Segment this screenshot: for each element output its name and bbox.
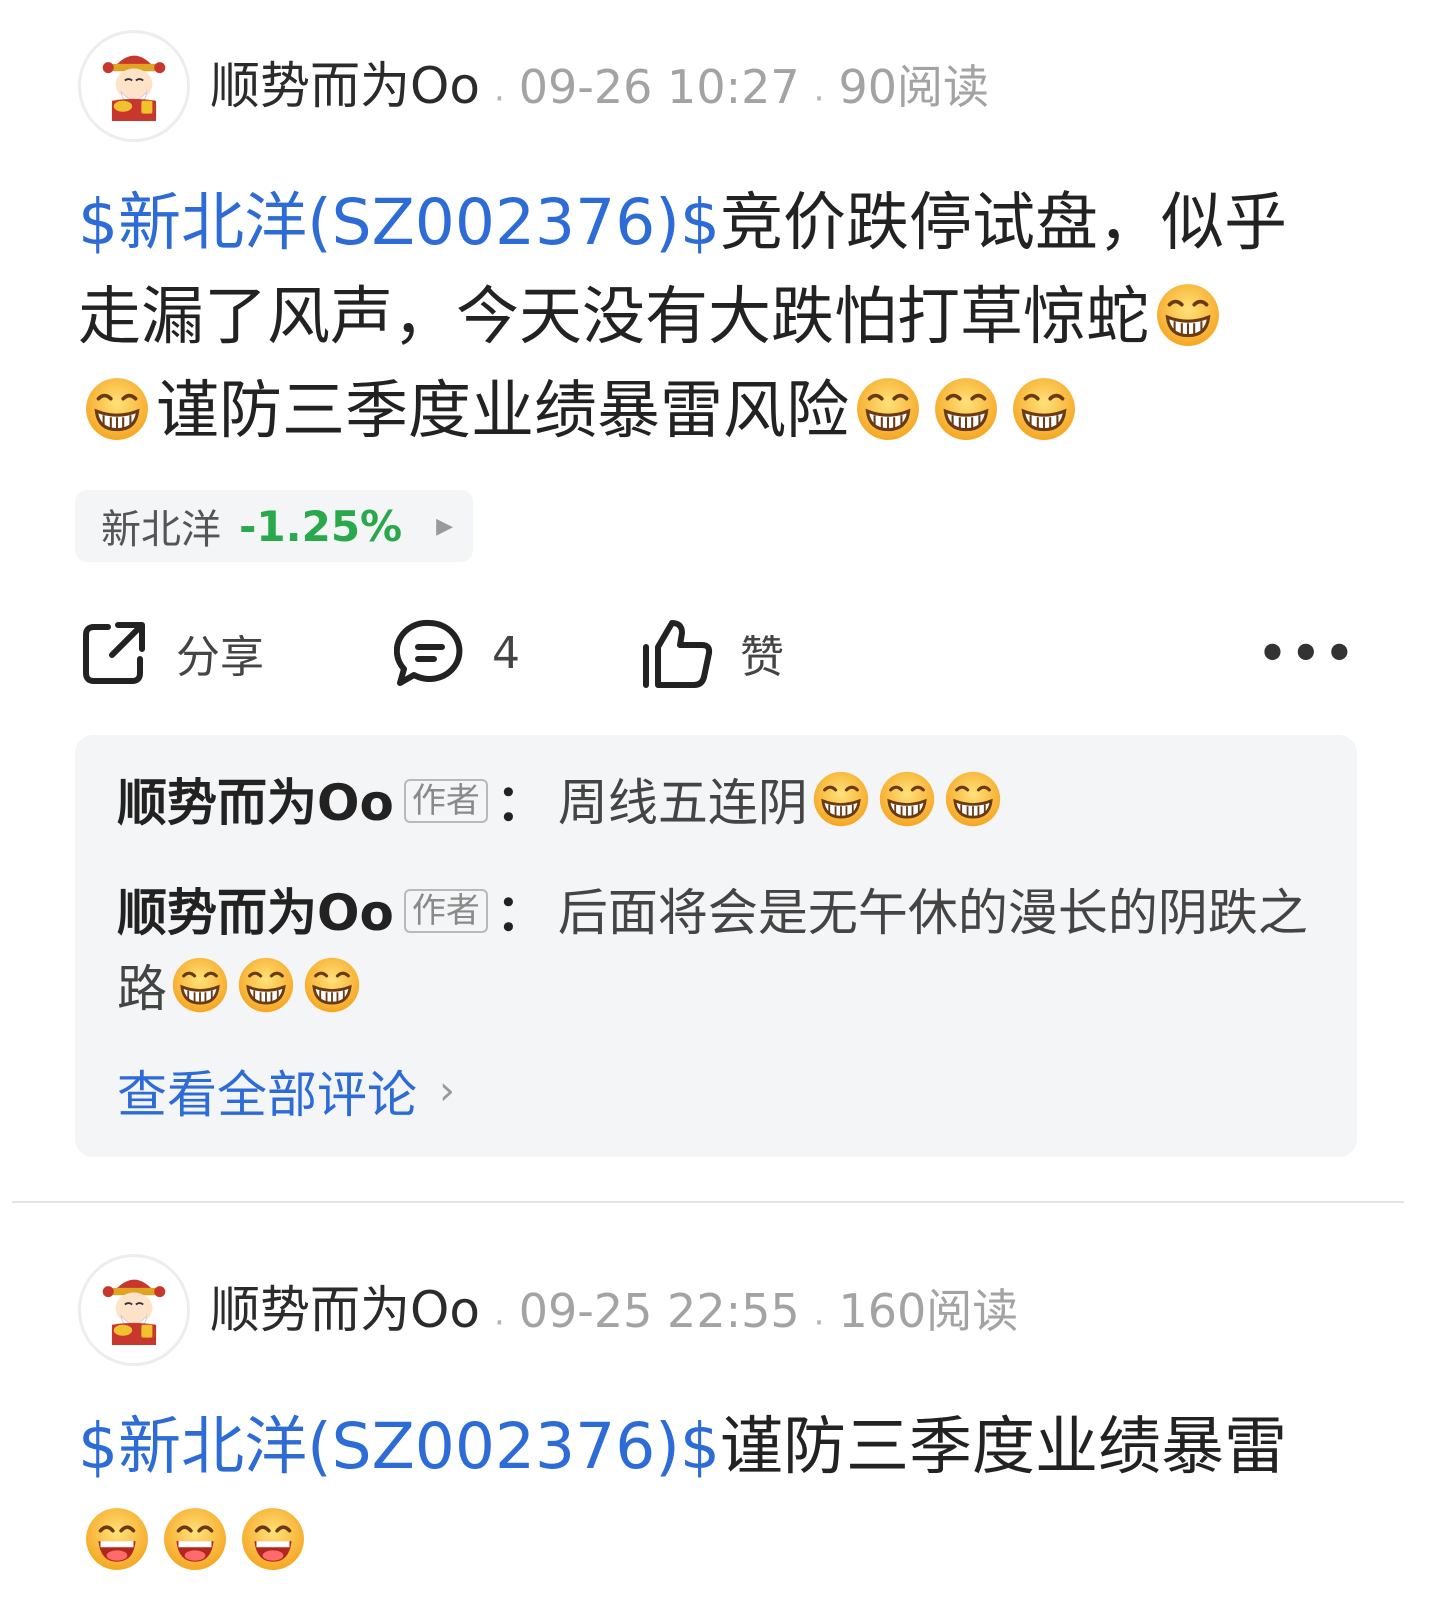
laugh-emoji-icon (84, 1506, 150, 1572)
grin-emoji-icon (171, 956, 229, 1014)
post-text-line2: 走漏了风声，今天没有大跌怕打草惊蛇 (78, 280, 1149, 353)
comment-author[interactable]: 顺势而为Oo (117, 774, 394, 832)
stock-quote-chip[interactable]: 新北洋 -1.25% ▶ (75, 490, 473, 562)
post-divider (12, 1201, 1404, 1203)
separator-dot: · (813, 78, 825, 119)
post-time: 09-25 22:55 (518, 1284, 800, 1338)
comment-colon: ： (495, 774, 546, 832)
avatar-image (88, 40, 180, 132)
post-text: 谨防三季度业绩暴雷 (719, 1410, 1287, 1483)
author-name[interactable]: 顺势而为Oo (210, 57, 480, 115)
post-card: 顺势而为Oo · 09-26 10:27 · 90阅读 $新北洋(SZ002376)$竞… (0, 0, 1436, 1220)
view-all-label: 查看全部评论 (117, 1066, 417, 1124)
comment-colon: ： (495, 884, 546, 942)
avatar-image (88, 1264, 180, 1356)
laugh-emoji-icon (162, 1506, 228, 1572)
grin-emoji-icon (933, 376, 999, 442)
read-count: 90阅读 (838, 60, 989, 114)
separator-dot: · (493, 78, 505, 119)
comment-button[interactable]: 4 (394, 612, 520, 694)
comment-count: 4 (492, 627, 520, 679)
grin-emoji-icon (812, 770, 870, 828)
grin-emoji-icon (237, 956, 295, 1014)
separator-dot: · (813, 1302, 825, 1343)
stock-link[interactable]: $新北洋(SZ002376)$ (78, 1410, 720, 1483)
author-badge: 作者 (403, 779, 488, 823)
chevron-right-icon: › (439, 1068, 455, 1114)
grin-emoji-icon (878, 770, 936, 828)
read-count: 160阅读 (838, 1284, 1019, 1338)
author-avatar[interactable] (78, 1254, 190, 1366)
share-icon (83, 622, 145, 684)
grin-emoji-icon (84, 376, 150, 442)
comment-author[interactable]: 顺势而为Oo (117, 884, 394, 942)
grin-emoji-icon (944, 770, 1002, 828)
comment-text: 周线五连阴 (557, 774, 808, 832)
comments-panel: 顺势而为Oo 作者：周线五连阴 顺势而为Oo 作者：后面将会是无午休的漫长的阴跌之路… (75, 735, 1357, 1157)
grin-emoji-icon (1155, 282, 1221, 348)
author-badge: 作者 (403, 889, 488, 933)
stock-name: 新北洋 (101, 507, 221, 553)
separator-dot: · (493, 1302, 505, 1343)
thumbs-up-icon (643, 620, 713, 688)
comment-item[interactable]: 顺势而为Oo 作者：周线五连阴 (117, 765, 1315, 841)
post-content[interactable]: $新北洋(SZ002376)$竞价跌停试盘，似乎 走漏了风声，今天没有大跌怕打草… (78, 176, 1328, 458)
share-button[interactable]: 分享 (78, 612, 264, 694)
laugh-emoji-icon (240, 1506, 306, 1572)
author-avatar[interactable] (78, 30, 190, 142)
grin-emoji-icon (855, 376, 921, 442)
share-label: 分享 (176, 632, 264, 683)
action-bar: 分享 4 赞 ••• (78, 612, 1358, 694)
more-icon: ••• (1257, 626, 1358, 680)
play-arrow-icon: ▶ (436, 513, 454, 539)
comment-item[interactable]: 顺势而为Oo 作者：后面将会是无午休的漫长的阴跌之路 (117, 875, 1315, 1027)
stock-link[interactable]: $新北洋(SZ002376)$ (78, 186, 720, 259)
comment-icon (394, 619, 463, 686)
post-text-line3: 谨防三季度业绩暴雷风险 (156, 374, 849, 447)
author-name[interactable]: 顺势而为Oo (210, 1281, 480, 1339)
like-button[interactable]: 赞 (640, 612, 784, 694)
post-meta: 顺势而为Oo · 09-25 22:55 · 160阅读 (210, 1280, 1019, 1343)
view-all-comments-link[interactable]: 查看全部评论 › (117, 1055, 455, 1127)
post-time: 09-26 10:27 (518, 60, 800, 114)
like-label: 赞 (740, 632, 784, 683)
grin-emoji-icon (303, 956, 361, 1014)
post-text-line1: 竞价跌停试盘，似乎 (719, 186, 1287, 259)
more-options-button[interactable]: ••• (1258, 612, 1358, 694)
stock-change: -1.25% (239, 501, 403, 551)
post-content[interactable]: $新北洋(SZ002376)$谨防三季度业绩暴雷 (78, 1400, 1328, 1588)
post-meta: 顺势而为Oo · 09-26 10:27 · 90阅读 (210, 56, 989, 119)
grin-emoji-icon (1011, 376, 1077, 442)
